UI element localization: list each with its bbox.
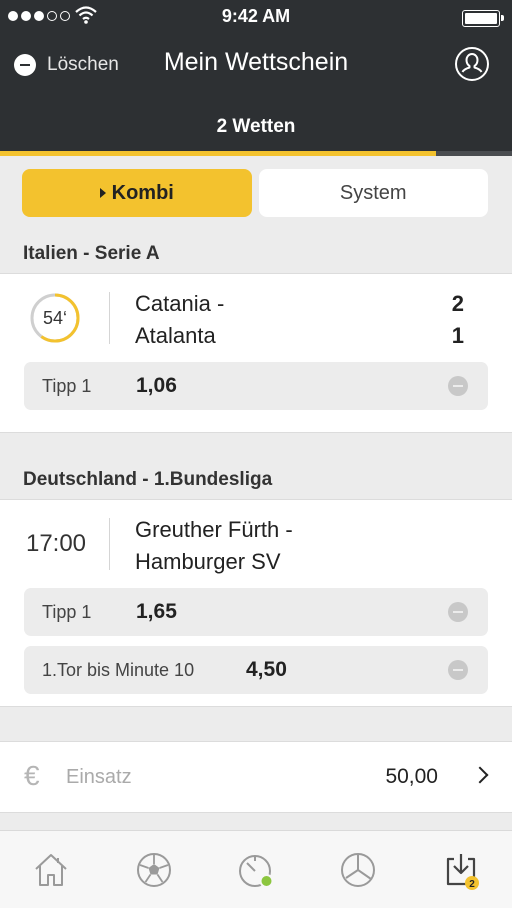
kombi-button[interactable]: Kombi [22, 169, 252, 217]
tip-label: Tipp 1 [42, 602, 92, 622]
clear-button[interactable]: Löschen [14, 54, 119, 76]
home-team: Greuther Fürth - [135, 517, 293, 542]
nav-statistics[interactable] [307, 831, 409, 908]
play-arrow-icon [99, 188, 106, 198]
kickoff-time: 17:00 [0, 500, 110, 588]
tip-row[interactable]: 1.Tor bis Minute 10 4,50 [24, 646, 488, 694]
betslip-badge: 2 [469, 879, 475, 890]
team-names: Catania - Atalanta [135, 288, 224, 352]
team-names: Greuther Fürth - Hamburger SV [135, 514, 293, 578]
euro-icon: € [24, 760, 40, 791]
match-row[interactable]: 54‘ Catania - Atalanta 2 1 [0, 274, 512, 362]
app-header: 9:42 AM Löschen Mein Wettschein 2 Wetten [0, 0, 512, 156]
divider [109, 292, 110, 344]
league-header: Deutschland - 1.Bundesliga [23, 469, 273, 490]
nav-betslip[interactable]: 2 [410, 831, 512, 908]
chevron-right-icon[interactable] [471, 766, 489, 784]
minute-progress-ring: 54‘ [28, 291, 82, 345]
bet-type-segment: Kombi System [22, 169, 488, 217]
betslip-icon: 2 [446, 853, 479, 890]
remove-tip-icon[interactable] [448, 602, 468, 622]
remove-tip-icon[interactable] [448, 660, 468, 680]
stake-input[interactable]: € Einsatz 50,00 [0, 741, 512, 813]
score: 2 1 [452, 288, 464, 352]
tab-wetten[interactable]: 2 Wetten [0, 100, 512, 152]
tip-label: 1.Tor bis Minute 10 [42, 660, 195, 680]
status-time: 9:42 AM [221, 6, 291, 26]
stake-value: 50,00 [385, 765, 438, 788]
nav-home[interactable] [0, 831, 102, 908]
away-team: Hamburger SV [135, 549, 281, 574]
football-icon [136, 852, 171, 887]
match-card: 17:00 Greuther Fürth - Hamburger SV Tipp… [0, 499, 512, 707]
divider [109, 518, 110, 570]
status-bar: 9:42 AM [0, 0, 512, 34]
tip-label: Tipp 1 [42, 376, 92, 396]
match-card: 54‘ Catania - Atalanta 2 1 Tipp 1 1,06 [0, 273, 512, 433]
tip-row[interactable]: Tipp 1 1,06 [24, 362, 488, 410]
score-away: 1 [451, 323, 464, 348]
bottom-navigation: 2 [0, 830, 512, 908]
tip-odd: 4,50 [246, 658, 287, 681]
home-team: Catania - [135, 291, 225, 316]
tip-odd: 1,65 [136, 600, 177, 623]
remove-tip-icon[interactable] [448, 376, 468, 396]
match-row[interactable]: 17:00 Greuther Fürth - Hamburger SV [0, 500, 512, 588]
user-profile-icon[interactable] [454, 46, 490, 82]
tab-underline [0, 151, 436, 156]
live-timer-icon [239, 854, 274, 888]
kombi-label: Kombi [111, 181, 174, 204]
kickoff-label: 17:00 [25, 530, 87, 557]
clear-label: Löschen [47, 54, 119, 75]
system-label: System [339, 181, 407, 204]
battery-icon [462, 10, 504, 27]
league-header: Italien - Serie A [23, 243, 160, 264]
minus-circle-icon [14, 54, 36, 76]
tab-wetten-label: 2 Wetten [216, 116, 296, 137]
minute-label: 54‘ [42, 307, 68, 328]
nav-live[interactable] [205, 831, 307, 908]
score-home: 2 [451, 291, 464, 316]
tip-row[interactable]: Tipp 1 1,65 [24, 588, 488, 636]
top-bar: Löschen Mein Wettschein [0, 40, 512, 92]
nav-sports[interactable] [102, 831, 204, 908]
system-button[interactable]: System [258, 169, 488, 217]
stake-label: Einsatz [66, 766, 132, 788]
tip-odd: 1,06 [136, 374, 177, 397]
statistics-icon [341, 852, 376, 887]
home-icon [35, 853, 67, 886]
live-minute: 54‘ [0, 274, 110, 362]
away-team: Atalanta [135, 323, 216, 348]
